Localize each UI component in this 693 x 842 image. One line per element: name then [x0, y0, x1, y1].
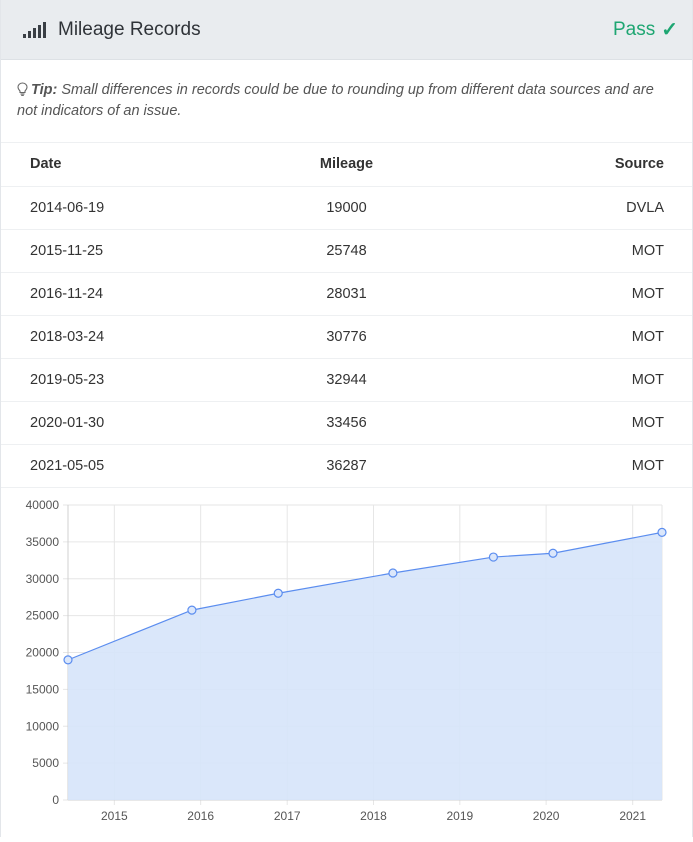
cell-source: DVLA — [462, 186, 692, 230]
y-tick-label: 30000 — [26, 572, 60, 586]
checkmark-icon: ✓ — [661, 19, 678, 41]
status-badge: Pass ✓ — [613, 17, 678, 42]
data-point — [273, 588, 283, 598]
cell-mileage: 33456 — [231, 401, 462, 445]
cell-source: MOT — [462, 229, 692, 273]
cell-mileage: 25748 — [231, 229, 462, 273]
table-header-row: Date Mileage Source — [1, 143, 692, 187]
table-row: 2018-03-24 30776 MOT — [1, 315, 692, 359]
y-tick-label: 20000 — [26, 646, 60, 660]
status-label: Pass — [612, 18, 656, 40]
cell-source: MOT — [462, 401, 692, 445]
x-tick-label: 2016 — [187, 809, 214, 823]
x-tick-label: 2020 — [533, 809, 560, 823]
cell-mileage: 28031 — [231, 272, 462, 316]
tip-box: Tip: Small differences in records could … — [1, 60, 692, 143]
data-point — [548, 548, 558, 558]
table-row: 2021-05-05 36287 MOT — [1, 444, 692, 488]
cell-date: 2019-05-23 — [1, 358, 231, 402]
data-point — [657, 527, 667, 537]
y-tick-label: 40000 — [26, 498, 60, 512]
y-tick-label: 5000 — [32, 756, 59, 770]
x-tick-label: 2015 — [101, 809, 128, 823]
tip-text: Small differences in records could be du… — [17, 82, 654, 119]
table-row: 2020-01-30 33456 MOT — [1, 401, 692, 445]
series-area-fill — [68, 532, 662, 800]
data-point — [63, 655, 73, 665]
x-tick-label: 2021 — [619, 809, 646, 823]
cell-source: MOT — [462, 315, 692, 359]
data-point — [388, 568, 398, 578]
y-tick-label: 0 — [52, 793, 59, 807]
cell-date: 2021-05-05 — [1, 444, 231, 488]
mileage-table: Date Mileage Source 2014-06-19 19000 DVL… — [1, 143, 692, 488]
cell-date: 2018-03-24 — [1, 315, 231, 359]
y-tick-label: 25000 — [26, 609, 60, 623]
cell-date: 2015-11-25 — [1, 229, 231, 273]
table-row: 2014-06-19 19000 DVLA — [1, 186, 692, 230]
y-tick-label: 10000 — [26, 719, 60, 733]
lightbulb-icon — [17, 82, 28, 96]
y-tick-label: 35000 — [26, 535, 60, 549]
cell-mileage: 30776 — [231, 315, 462, 359]
table-row: 2016-11-24 28031 MOT — [1, 272, 692, 316]
header-left: Mileage Records — [23, 19, 201, 41]
cell-source: MOT — [462, 272, 692, 316]
cell-mileage: 19000 — [231, 186, 462, 230]
data-point — [187, 605, 197, 615]
column-header-date: Date — [1, 143, 231, 187]
cell-date: 2020-01-30 — [1, 401, 231, 445]
x-tick-label: 2019 — [446, 809, 473, 823]
table-row: 2019-05-23 32944 MOT — [1, 358, 692, 402]
cell-mileage: 36287 — [231, 444, 462, 488]
mileage-records-card: Mileage Records Pass ✓ Tip: Small differ… — [0, 0, 693, 837]
card-header: Mileage Records Pass ✓ — [1, 0, 692, 60]
cell-mileage: 32944 — [231, 358, 462, 402]
data-point — [488, 552, 499, 562]
x-tick-label: 2018 — [360, 809, 387, 823]
tip-label: Tip: — [31, 82, 58, 98]
y-tick-label: 15000 — [26, 682, 60, 696]
cell-date: 2016-11-24 — [1, 272, 231, 316]
table-row: 2015-11-25 25748 MOT — [1, 229, 692, 273]
signal-bars-icon — [23, 21, 46, 38]
mileage-chart-svg: 0 5000 10000 15000 20000 25000 30000 35000 40000… — [26, 498, 667, 823]
x-tick-label: 2017 — [274, 809, 301, 823]
column-header-source: Source — [462, 143, 692, 187]
cell-source: MOT — [462, 358, 692, 402]
mileage-chart: 0 5000 10000 15000 20000 25000 30000 35000 40000… — [1, 488, 693, 837]
cell-source: MOT — [462, 444, 692, 488]
card-title: Mileage Records — [58, 18, 201, 40]
cell-date: 2014-06-19 — [1, 186, 231, 230]
column-header-mileage: Mileage — [231, 143, 462, 187]
